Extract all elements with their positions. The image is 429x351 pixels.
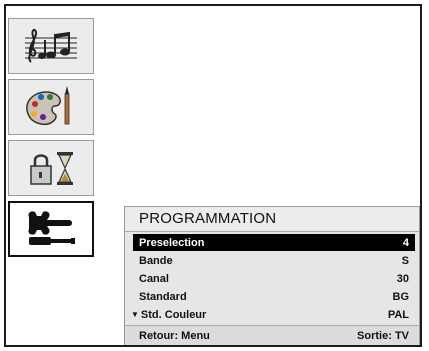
footer-exit-hint: Sortie: TV [357, 329, 409, 342]
programmation-menu: PROGRAMMATION Preselection 4 Bande S Can… [124, 206, 420, 345]
menu-row-canal[interactable]: Canal 30 [133, 270, 415, 287]
menu-row-label: Std. Couleur [140, 308, 207, 321]
music-notes-icon [25, 28, 77, 63]
menu-row-value: 30 [396, 272, 409, 285]
lock-hourglass-icon [30, 152, 73, 185]
menu-row-label: Standard [139, 290, 187, 303]
tv-osd-frame: PROGRAMMATION Preselection 4 Bande S Can… [4, 4, 422, 347]
menu-row-preselection[interactable]: Preselection 4 [133, 234, 415, 251]
sidebar-item-audio[interactable] [8, 18, 94, 74]
scroll-down-arrow-icon: ▼ [131, 310, 139, 319]
menu-title: PROGRAMMATION [125, 207, 419, 232]
menu-row-std-couleur[interactable]: ▼ Std. Couleur PAL [131, 306, 415, 323]
menu-row-label: Canal [139, 272, 169, 285]
sidebar-item-picture[interactable] [8, 79, 94, 135]
menu-footer: Retour: Menu Sortie: TV [125, 325, 419, 345]
menu-row-value: S [401, 254, 409, 267]
menu-row-label: Preselection [139, 236, 205, 249]
menu-row-value: 4 [402, 236, 409, 249]
sidebar-item-setup[interactable] [8, 201, 94, 257]
footer-back-hint: Retour: Menu [139, 329, 210, 342]
palette-brush-icon [26, 86, 70, 126]
wrench-screwdriver-icon [28, 211, 75, 245]
sidebar-item-locks[interactable] [8, 140, 94, 196]
menu-row-label: Bande [139, 254, 173, 267]
menu-row-value: PAL [387, 308, 409, 321]
menu-row-bande[interactable]: Bande S [133, 252, 415, 269]
menu-row-standard[interactable]: Standard BG [133, 288, 415, 305]
menu-row-value: BG [392, 290, 410, 303]
